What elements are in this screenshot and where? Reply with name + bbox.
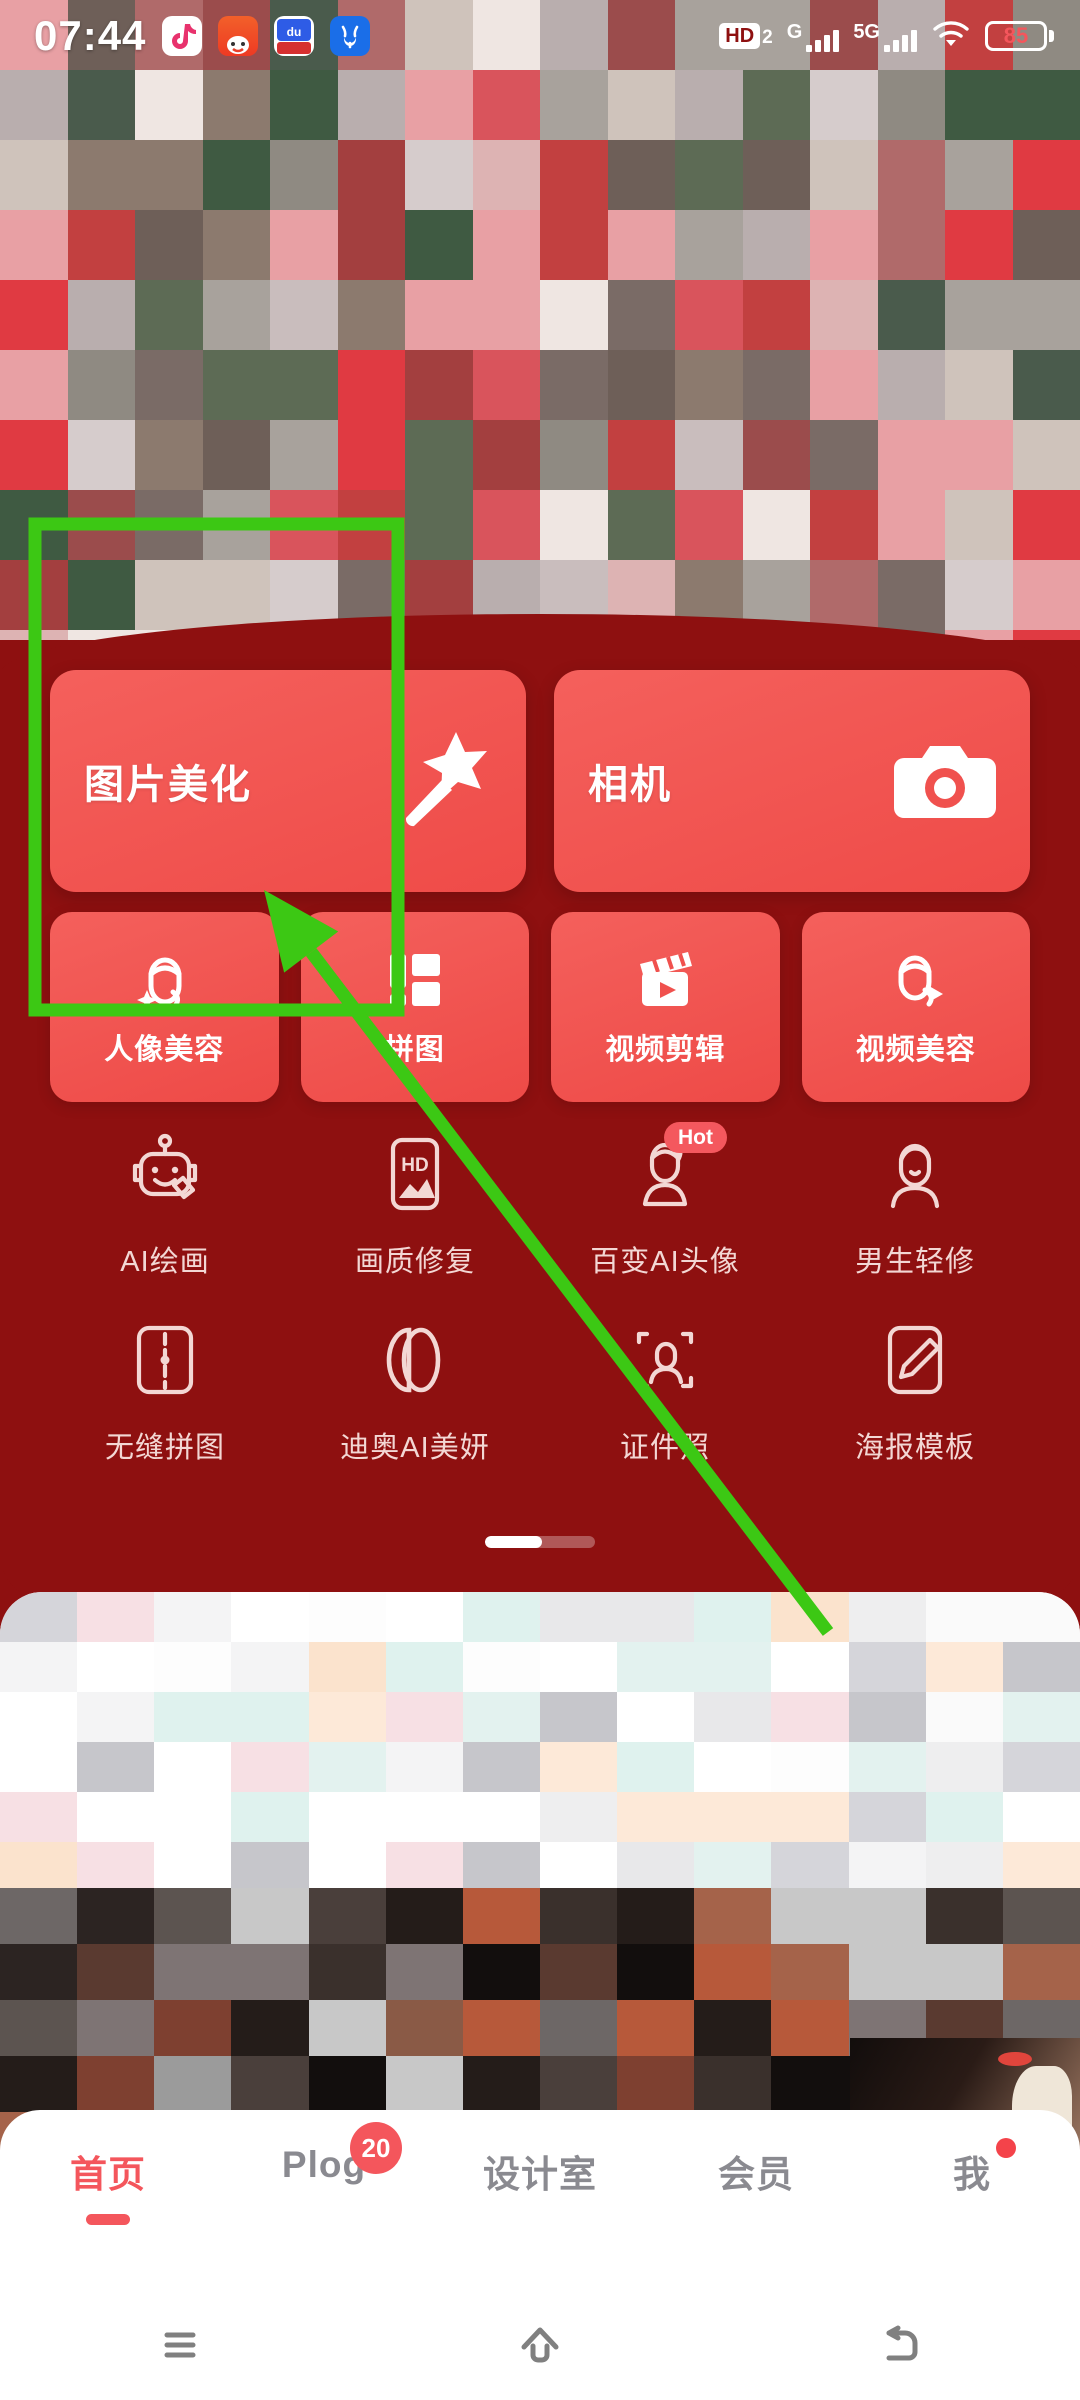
baidu-icon: du: [274, 16, 315, 56]
portrait-beauty-icon: [131, 946, 197, 1012]
tab-design-studio-label: 设计室: [483, 2154, 597, 2195]
signal-g-icon: G: [787, 21, 840, 52]
status-bar: 07:44 du HD 2 G 5G 85: [0, 0, 1080, 72]
card-camera-label: 相机: [588, 763, 672, 807]
tool-ai-painting-label: AI绘画: [120, 1246, 210, 1278]
camera-icon: [890, 726, 1000, 836]
primary-feature-cards: 图片美化 相机: [50, 670, 1030, 892]
tab-membership[interactable]: 会员: [648, 2144, 864, 2198]
tab-profile-dot-badge: [996, 2138, 1016, 2158]
tool-quality-restore[interactable]: HD 画质修复: [290, 1128, 540, 1280]
wifi-icon: [931, 18, 971, 55]
status-bar-clock: 07:44: [34, 12, 147, 59]
hd-volte-icon: HD 2: [719, 23, 773, 49]
tab-home[interactable]: 首页: [0, 2144, 216, 2225]
status-bar-right: HD 2 G 5G 85: [719, 18, 1054, 55]
tab-active-indicator: [86, 2214, 130, 2225]
tool-poster-template[interactable]: 海报模板: [790, 1314, 1040, 1466]
tab-home-label: 首页: [70, 2154, 146, 2195]
tool-ai-avatar-label: 百变AI头像: [590, 1246, 740, 1278]
hd-photo-icon: HD: [369, 1128, 461, 1220]
network-type-1-label: G: [786, 20, 803, 43]
tab-profile-label: 我: [953, 2154, 991, 2195]
tool-ai-avatar[interactable]: Hot 百变AI头像: [540, 1122, 790, 1280]
hero-mosaic-image: [0, 0, 1080, 700]
hd-label: HD: [719, 23, 761, 49]
tool-male-retouch-label: 男生轻修: [854, 1246, 975, 1278]
hero-banner[interactable]: [0, 0, 1080, 700]
tab-membership-label: 会员: [718, 2154, 794, 2195]
home-icon[interactable]: [360, 2317, 720, 2373]
seamless-collage-icon: [119, 1314, 211, 1406]
tool-dior-ai-beauty-label: 迪奥AI美妍: [340, 1432, 490, 1464]
tool-male-retouch[interactable]: 男生轻修: [790, 1128, 1040, 1280]
tab-plog[interactable]: Plog 20: [216, 2122, 432, 2186]
status-bar-left: 07:44 du: [34, 12, 371, 60]
card-video-beauty-label: 视频美容: [855, 1034, 976, 1066]
card-video-edit-label: 视频剪辑: [605, 1034, 726, 1066]
card-photo-beautify[interactable]: 图片美化: [50, 670, 526, 892]
card-photo-beautify-label: 图片美化: [84, 763, 252, 807]
poster-template-icon: [869, 1314, 961, 1406]
card-collage[interactable]: 拼图: [300, 912, 529, 1102]
battery-icon: 85: [985, 21, 1054, 51]
network-type-2-label: 5G: [853, 20, 880, 43]
card-video-beauty[interactable]: 视频美容: [801, 912, 1030, 1102]
tool-poster-template-label: 海报模板: [854, 1432, 975, 1464]
page-indicator[interactable]: [485, 1536, 595, 1548]
svg-text:HD: HD: [401, 1155, 428, 1176]
tab-profile[interactable]: 我: [864, 2138, 1080, 2198]
feed-card-light[interactable]: [0, 1592, 1080, 1892]
magic-wand-icon: [386, 726, 496, 836]
ai-avatar-icon: Hot: [619, 1122, 727, 1220]
tool-seamless-collage-label: 无缝拼图: [104, 1432, 225, 1464]
blue-app-icon: [330, 16, 371, 56]
orange-app-icon: [218, 16, 259, 56]
tool-seamless-collage[interactable]: 无缝拼图: [40, 1314, 290, 1466]
hot-badge: Hot: [664, 1122, 727, 1153]
card-portrait-beauty-label: 人像美容: [104, 1034, 225, 1066]
video-beauty-icon: [883, 946, 949, 1012]
android-navigation-bar: [0, 2290, 1080, 2400]
id-photo-icon: [619, 1314, 711, 1406]
feed-light-mosaic-image: [0, 1592, 1080, 1892]
card-video-edit[interactable]: 视频剪辑: [551, 912, 780, 1102]
bottom-tab-bar: 首页 Plog 20 设计室 会员 我: [0, 2110, 1080, 2290]
signal-5g-icon: 5G: [853, 21, 917, 52]
secondary-feature-cards: 人像美容 拼图 视频剪辑 视频美容: [50, 912, 1030, 1102]
card-camera[interactable]: 相机: [554, 670, 1030, 892]
ai-robot-icon: [119, 1128, 211, 1220]
svg-text:du: du: [287, 25, 302, 39]
collage-icon: [382, 946, 448, 1012]
card-portrait-beauty[interactable]: 人像美容: [50, 912, 279, 1102]
tab-design-studio[interactable]: 设计室: [432, 2144, 648, 2198]
recents-menu-icon[interactable]: [0, 2317, 360, 2373]
tool-id-photo-label: 证件照: [619, 1432, 710, 1464]
back-icon[interactable]: [720, 2317, 1080, 2373]
tool-quality-restore-label: 画质修复: [354, 1246, 475, 1278]
douyin-icon: [162, 16, 203, 56]
tool-grid: AI绘画 HD 画质修复 Hot 百变AI头像 男生轻修 无缝拼图 迪奥AI美妍…: [40, 1122, 1040, 1466]
battery-level-label: 85: [1003, 23, 1029, 48]
video-clapperboard-icon: [632, 946, 698, 1012]
tool-id-photo[interactable]: 证件照: [540, 1314, 790, 1466]
male-retouch-icon: [869, 1128, 961, 1220]
tab-plog-badge: 20: [350, 2122, 402, 2174]
dior-beauty-icon: [369, 1314, 461, 1406]
tool-ai-painting[interactable]: AI绘画: [40, 1128, 290, 1280]
hd-sub-label: 2: [762, 27, 773, 48]
card-collage-label: 拼图: [384, 1034, 445, 1066]
phone-screen: 图片美化 相机 人像美容 拼图 视频剪辑 视频美容 AI绘画 HD 画质修复 H…: [0, 0, 1080, 2400]
tool-dior-ai-beauty[interactable]: 迪奥AI美妍: [290, 1314, 540, 1466]
